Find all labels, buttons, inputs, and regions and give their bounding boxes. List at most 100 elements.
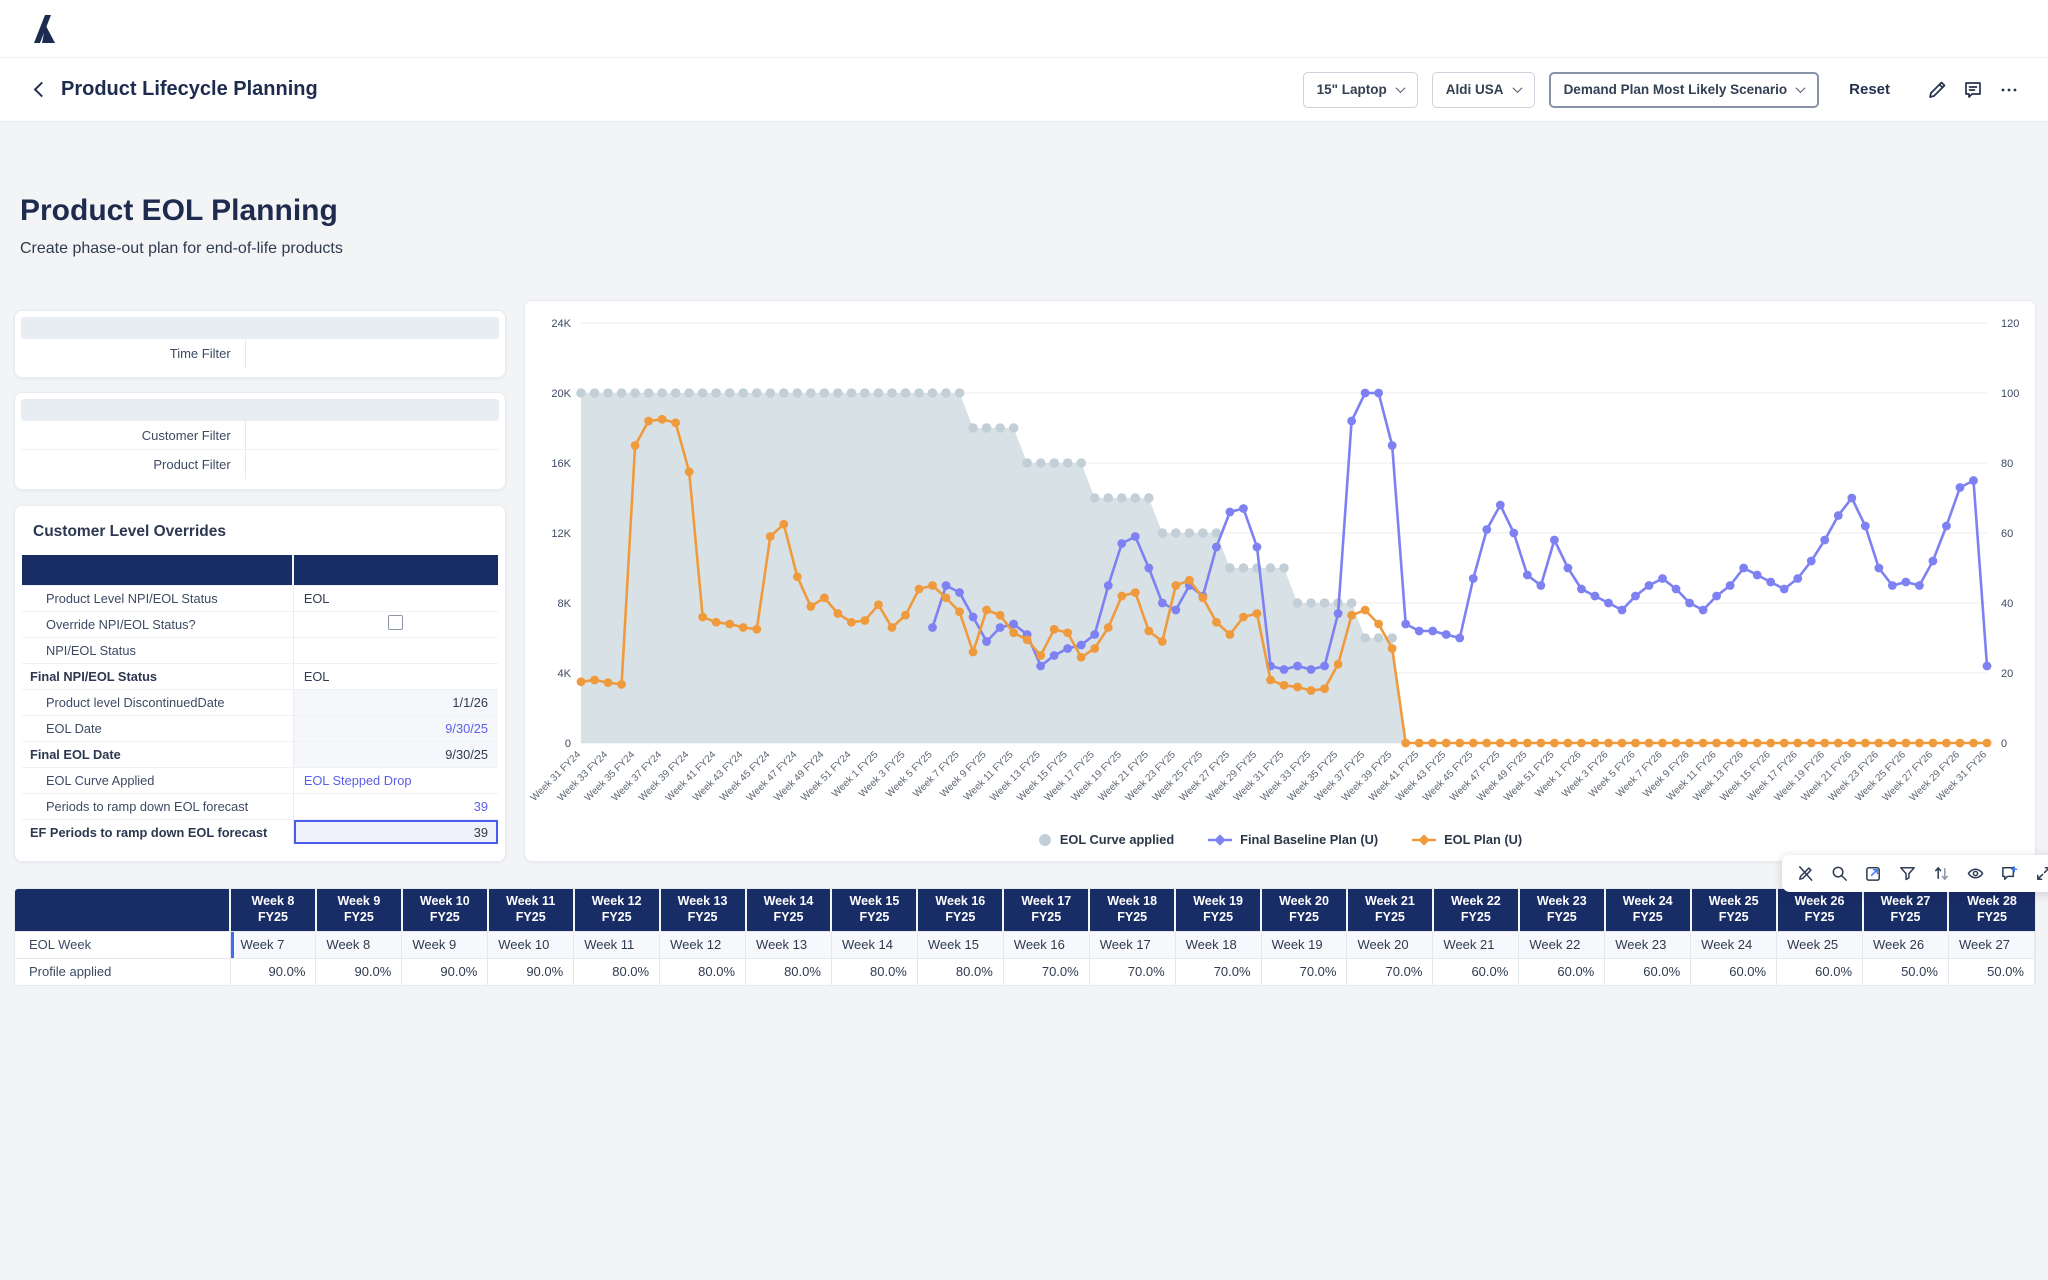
device-dropdown[interactable]: 15" Laptop xyxy=(1303,72,1418,108)
legend-item[interactable]: Final Baseline Plan (U) xyxy=(1208,832,1378,847)
product-filter-value[interactable] xyxy=(246,450,499,479)
profile-table-cell[interactable]: 70.0% xyxy=(1347,958,1433,985)
profile-table-column-header[interactable]: Week 10FY25 xyxy=(402,889,488,931)
profile-table-column-header[interactable]: Week 14FY25 xyxy=(746,889,832,931)
profile-table-cell[interactable]: 70.0% xyxy=(1003,958,1089,985)
profile-table-column-header[interactable]: Week 8FY25 xyxy=(230,889,316,931)
grid-toolbar xyxy=(1782,855,2048,892)
overrides-row-value: 1/1/26 xyxy=(293,689,498,715)
profile-table-cell[interactable]: 50.0% xyxy=(1948,958,2034,985)
profile-table-column-header[interactable]: Week 12FY25 xyxy=(574,889,660,931)
svg-text:80: 80 xyxy=(2001,458,2013,470)
profile-table-cell[interactable]: 90.0% xyxy=(488,958,574,985)
profile-table-cell[interactable]: Week 14 xyxy=(831,931,917,958)
profile-table-column-header[interactable]: Week 27FY25 xyxy=(1863,889,1949,931)
profile-table-cell[interactable]: Week 20 xyxy=(1347,931,1433,958)
show-hide-icon[interactable] xyxy=(1966,864,1985,883)
profile-table-column-header[interactable]: Week 22FY25 xyxy=(1433,889,1519,931)
profile-table-cell[interactable]: Week 15 xyxy=(917,931,1003,958)
override-checkbox-cell[interactable] xyxy=(293,611,498,637)
overrides-row-value[interactable]: 39 xyxy=(293,819,498,845)
profile-table-column-header[interactable]: Week 20FY25 xyxy=(1261,889,1347,931)
profile-table-cell[interactable]: Week 22 xyxy=(1519,931,1605,958)
profile-table-column-header[interactable]: Week 25FY25 xyxy=(1691,889,1777,931)
profile-table-cell[interactable]: 80.0% xyxy=(660,958,746,985)
profile-table-cell[interactable]: Week 27 xyxy=(1948,931,2034,958)
profile-table-column-header[interactable]: Week 21FY25 xyxy=(1347,889,1433,931)
profile-table-cell[interactable]: Week 13 xyxy=(746,931,832,958)
search-icon[interactable] xyxy=(1830,864,1849,883)
profile-table-cell[interactable]: 60.0% xyxy=(1433,958,1519,985)
profile-table-cell[interactable]: Week 17 xyxy=(1089,931,1175,958)
profile-table-cell[interactable]: 80.0% xyxy=(917,958,1003,985)
profile-table-column-header[interactable]: Week 11FY25 xyxy=(488,889,574,931)
profile-table-header-row: Week 8FY25Week 9FY25Week 10FY25Week 11FY… xyxy=(15,889,2035,931)
profile-table-column-header[interactable]: Week 23FY25 xyxy=(1519,889,1605,931)
overrides-row-value[interactable]: 9/30/25 xyxy=(293,715,498,741)
profile-table-cell[interactable]: 90.0% xyxy=(230,958,316,985)
anaplan-logo-icon[interactable] xyxy=(28,13,60,45)
profile-table-cell[interactable]: 70.0% xyxy=(1089,958,1175,985)
profile-table-cell[interactable]: 60.0% xyxy=(1605,958,1691,985)
product-filter-label: Product Filter xyxy=(21,450,246,479)
profile-table-column-header[interactable]: Week 15FY25 xyxy=(831,889,917,931)
more-icon[interactable] xyxy=(1998,79,2020,101)
time-filter-value[interactable] xyxy=(246,339,499,368)
profile-table-cell[interactable]: 60.0% xyxy=(1519,958,1605,985)
profile-table-cell[interactable]: Week 24 xyxy=(1691,931,1777,958)
profile-table-column-header[interactable]: Week 19FY25 xyxy=(1175,889,1261,931)
expand-icon[interactable] xyxy=(2034,864,2048,883)
profile-table-cell[interactable]: Week 10 xyxy=(488,931,574,958)
overrides-row-value[interactable]: EOL Stepped Drop xyxy=(293,767,498,793)
sort-icon[interactable] xyxy=(1932,864,1951,883)
profile-table-cell[interactable]: 90.0% xyxy=(316,958,402,985)
overrides-table-body: Product Level NPI/EOL StatusEOLOverride … xyxy=(22,585,498,845)
profile-table-cell[interactable]: 70.0% xyxy=(1175,958,1261,985)
time-filter-card: Time Filter xyxy=(14,310,506,378)
reset-button[interactable]: Reset xyxy=(1849,81,1890,98)
add-comment-icon[interactable] xyxy=(2000,864,2019,883)
profile-table-cell[interactable]: Week 18 xyxy=(1175,931,1261,958)
overrides-row-value[interactable]: 39 xyxy=(293,793,498,819)
pencil-icon[interactable] xyxy=(1926,79,1948,101)
profile-table-cell[interactable]: 80.0% xyxy=(574,958,660,985)
profile-table-cell[interactable]: Week 9 xyxy=(402,931,488,958)
profile-table-cell[interactable]: Week 16 xyxy=(1003,931,1089,958)
profile-table-column-header[interactable]: Week 26FY25 xyxy=(1777,889,1863,931)
open-in-app-icon[interactable] xyxy=(1864,864,1883,883)
profile-table-cell[interactable]: Week 12 xyxy=(660,931,746,958)
profile-table-cell[interactable]: 60.0% xyxy=(1691,958,1777,985)
customer-filter-value[interactable] xyxy=(246,421,499,449)
checkbox-icon[interactable] xyxy=(388,615,403,630)
profile-table-cell[interactable]: Week 8 xyxy=(316,931,402,958)
scenario-dropdown[interactable]: Demand Plan Most Likely Scenario xyxy=(1549,72,1820,108)
legend-item[interactable]: EOL Plan (U) xyxy=(1412,832,1522,847)
filter-icon[interactable] xyxy=(1898,864,1917,883)
profile-table-column-header[interactable]: Week 17FY25 xyxy=(1003,889,1089,931)
profile-table-column-header[interactable]: Week 13FY25 xyxy=(660,889,746,931)
profile-table-column-header[interactable]: Week 28FY25 xyxy=(1948,889,2034,931)
profile-table-column-header[interactable]: Week 16FY25 xyxy=(917,889,1003,931)
profile-table-cell[interactable]: Week 19 xyxy=(1261,931,1347,958)
profile-table-cell[interactable]: Week 11 xyxy=(574,931,660,958)
profile-table-column-header[interactable]: Week 9FY25 xyxy=(316,889,402,931)
profile-table-cell[interactable]: Week 21 xyxy=(1433,931,1519,958)
edit-disabled-icon[interactable] xyxy=(1796,864,1815,883)
selected-cell[interactable]: 39 xyxy=(294,820,498,844)
legend-item[interactable]: EOL Curve applied xyxy=(1038,832,1174,847)
profile-table-cell[interactable]: 60.0% xyxy=(1777,958,1863,985)
profile-table-column-header[interactable]: Week 18FY25 xyxy=(1089,889,1175,931)
customer-dropdown[interactable]: Aldi USA xyxy=(1432,72,1535,108)
comment-icon[interactable] xyxy=(1962,79,1984,101)
profile-table-column-header[interactable]: Week 24FY25 xyxy=(1605,889,1691,931)
profile-table-cell[interactable]: 70.0% xyxy=(1261,958,1347,985)
profile-table-cell[interactable]: 90.0% xyxy=(402,958,488,985)
profile-table-cell[interactable]: 80.0% xyxy=(831,958,917,985)
profile-table-cell[interactable]: 50.0% xyxy=(1863,958,1949,985)
back-chevron-icon[interactable] xyxy=(34,82,50,98)
profile-table-cell[interactable]: Week 25 xyxy=(1777,931,1863,958)
profile-table-cell[interactable]: 80.0% xyxy=(746,958,832,985)
profile-table-cell[interactable]: Week 23 xyxy=(1605,931,1691,958)
profile-table-cell[interactable]: Week 7 xyxy=(230,931,316,958)
profile-table-cell[interactable]: Week 26 xyxy=(1863,931,1949,958)
